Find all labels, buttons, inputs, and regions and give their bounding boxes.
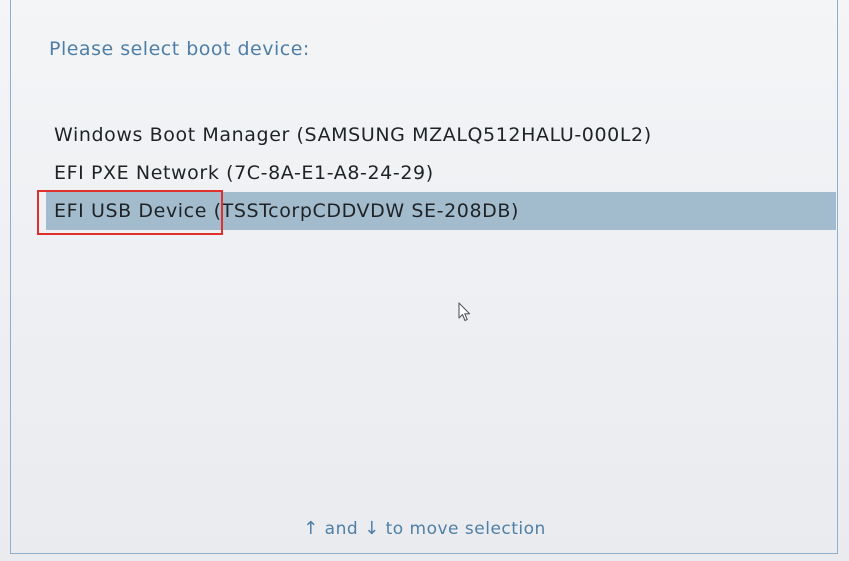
hint-move-text: to move selection <box>385 519 546 539</box>
page-title: Please select boot device: <box>49 38 310 60</box>
boot-menu-frame <box>10 0 838 554</box>
down-arrow-icon: ↓ <box>364 518 380 539</box>
boot-menu-screen: Please select boot device: Windows Boot … <box>0 0 849 561</box>
mouse-pointer-icon <box>458 302 471 322</box>
annotation-highlight-box <box>37 190 223 235</box>
boot-device-efi-pxe-network[interactable]: EFI PXE Network (7C-8A-E1-A8-24-29) <box>46 154 836 192</box>
boot-device-windows-boot-manager[interactable]: Windows Boot Manager (SAMSUNG MZALQ512HA… <box>46 116 836 154</box>
up-arrow-icon: ↑ <box>303 518 319 539</box>
navigation-hint: ↑ and ↓ to move selection <box>0 518 849 539</box>
hint-and-text: and <box>324 519 359 539</box>
